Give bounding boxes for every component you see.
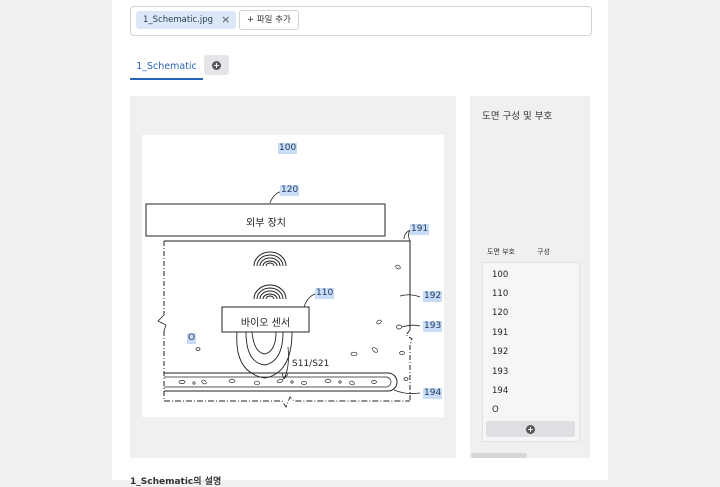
ref-label-120[interactable]: 120 [280, 185, 300, 196]
column-header-code: 도면 부호 [487, 248, 515, 256]
list-item[interactable]: 120 [492, 308, 508, 318]
list-item[interactable]: 194 [492, 386, 508, 396]
bio-sensor-label: 바이오 센서 [240, 318, 291, 329]
file-upload-bar[interactable]: 1_Schematic.jpg × + 파일 추가 [130, 6, 592, 36]
schematic-image: 외부 장치 바이오 센서 S11/S21 [142, 135, 444, 417]
panel-title: 도면 구성 및 부호 [482, 111, 553, 122]
ref-label-110[interactable]: 110 [315, 288, 335, 299]
plus-circle-icon: + [526, 424, 535, 434]
add-tab-button[interactable]: + [204, 55, 229, 75]
ref-label-191[interactable]: 191 [410, 224, 430, 235]
plus-circle-icon: + [212, 60, 221, 70]
ref-label-192[interactable]: 192 [423, 291, 443, 302]
file-chip[interactable]: 1_Schematic.jpg × [136, 11, 237, 29]
ref-label-100[interactable]: 100 [278, 143, 298, 154]
ref-label-193[interactable]: 193 [423, 321, 443, 332]
list-item[interactable]: 191 [492, 328, 508, 338]
close-icon[interactable]: × [221, 11, 230, 29]
schematic-svg [145, 190, 421, 408]
tab-1-schematic[interactable]: 1_Schematic [130, 58, 203, 80]
ref-label-o[interactable]: O [187, 333, 197, 344]
list-item[interactable]: O [492, 405, 499, 415]
ref-label-194[interactable]: 194 [423, 388, 443, 399]
list-item[interactable]: 110 [492, 289, 508, 299]
external-device-label: 외부 장치 [246, 218, 286, 229]
column-header-part: 구성 [537, 248, 550, 256]
add-reference-button[interactable]: + [486, 421, 575, 437]
signal-label: S11/S21 [292, 359, 330, 369]
file-chip-label: 1_Schematic.jpg [143, 15, 214, 25]
list-item[interactable]: 193 [492, 367, 508, 377]
horizontal-scrollbar[interactable] [471, 453, 527, 458]
list-item[interactable]: 192 [492, 347, 508, 357]
add-file-button[interactable]: + 파일 추가 [239, 10, 299, 30]
section-caption: 1_Schematic의 설명 [130, 477, 222, 487]
list-item[interactable]: 100 [492, 270, 508, 280]
